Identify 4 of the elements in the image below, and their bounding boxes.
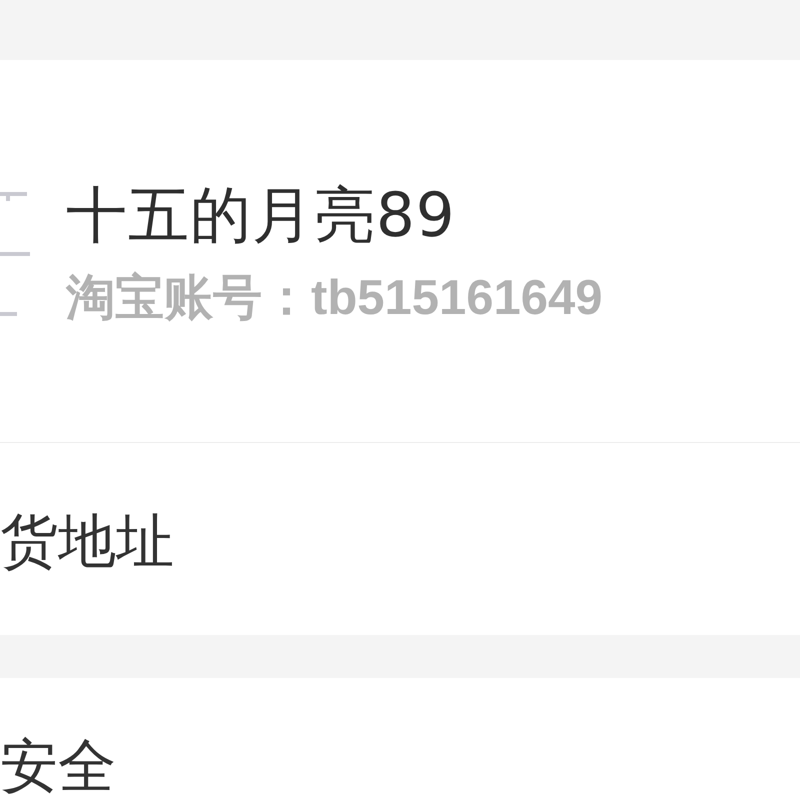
profile-card[interactable]: 十五的月亮89 淘宝账号：tb515161649 [0, 60, 800, 443]
partial-avatar-icon [0, 192, 30, 318]
user-name: 十五的月亮89 [66, 183, 457, 249]
account-id: 淘宝账号：tb515161649 [66, 271, 603, 325]
